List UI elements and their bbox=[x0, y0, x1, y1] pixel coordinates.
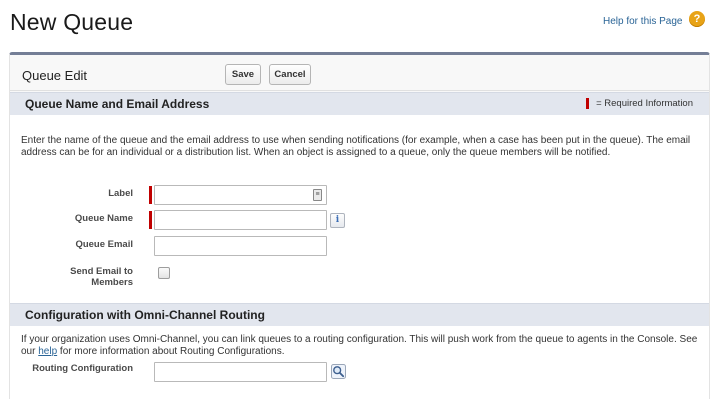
queue-edit-panel: Queue Edit Save Cancel Queue Name and Em… bbox=[9, 52, 710, 401]
send-email-checkbox[interactable] bbox=[158, 267, 170, 279]
required-marker-icon bbox=[586, 98, 590, 109]
send-email-field-label: Send Email to Members bbox=[15, 266, 133, 288]
section-body-queue-name: Enter the name of the queue and the emai… bbox=[10, 115, 709, 303]
help-for-page-link[interactable]: Help for this Page bbox=[603, 16, 683, 27]
routing-configuration-input[interactable] bbox=[154, 362, 327, 382]
panel-header: Queue Edit Save Cancel bbox=[10, 55, 709, 91]
lookup-search-icon[interactable] bbox=[331, 364, 346, 379]
question-icon[interactable]: ? bbox=[689, 11, 705, 27]
section-header-queue-name: Queue Name and Email Address = Required … bbox=[10, 92, 709, 115]
queue-email-field-label: Queue Email bbox=[75, 239, 133, 250]
send-email-label-line1: Send Email to bbox=[70, 266, 133, 277]
help-link[interactable]: help bbox=[38, 346, 57, 357]
section-body-omni-channel: If your organization uses Omni-Channel, … bbox=[10, 326, 709, 401]
description-text: for more information about Routing Confi… bbox=[57, 346, 285, 357]
send-email-label-line2: Members bbox=[91, 277, 133, 288]
label-field-label: Label bbox=[108, 188, 133, 199]
save-button[interactable]: Save bbox=[225, 64, 261, 85]
section-title: Configuration with Omni-Channel Routing bbox=[25, 308, 265, 322]
cancel-button[interactable]: Cancel bbox=[269, 64, 311, 85]
section-description: Enter the name of the queue and the emai… bbox=[21, 135, 691, 158]
section-header-omni-channel: Configuration with Omni-Channel Routing bbox=[10, 303, 709, 326]
page-title: New Queue bbox=[10, 9, 134, 35]
panel-title: Queue Edit bbox=[22, 68, 88, 83]
section-description: If your organization uses Omni-Channel, … bbox=[21, 334, 701, 358]
contact-card-icon[interactable]: ≡ bbox=[313, 189, 322, 201]
section-title: Queue Name and Email Address bbox=[25, 97, 210, 111]
label-input[interactable]: ≡ bbox=[154, 185, 327, 205]
info-icon[interactable]: i bbox=[330, 213, 345, 228]
queue-email-input[interactable] bbox=[154, 236, 327, 256]
required-marker-icon bbox=[149, 211, 152, 229]
required-legend-text: = Required Information bbox=[596, 98, 693, 109]
routing-configuration-label: Routing Configuration bbox=[32, 363, 133, 374]
queue-name-field-label: Queue Name bbox=[74, 213, 133, 224]
queue-name-input[interactable] bbox=[154, 210, 327, 230]
required-legend: = Required Information bbox=[586, 98, 693, 109]
required-marker-icon bbox=[149, 186, 152, 204]
